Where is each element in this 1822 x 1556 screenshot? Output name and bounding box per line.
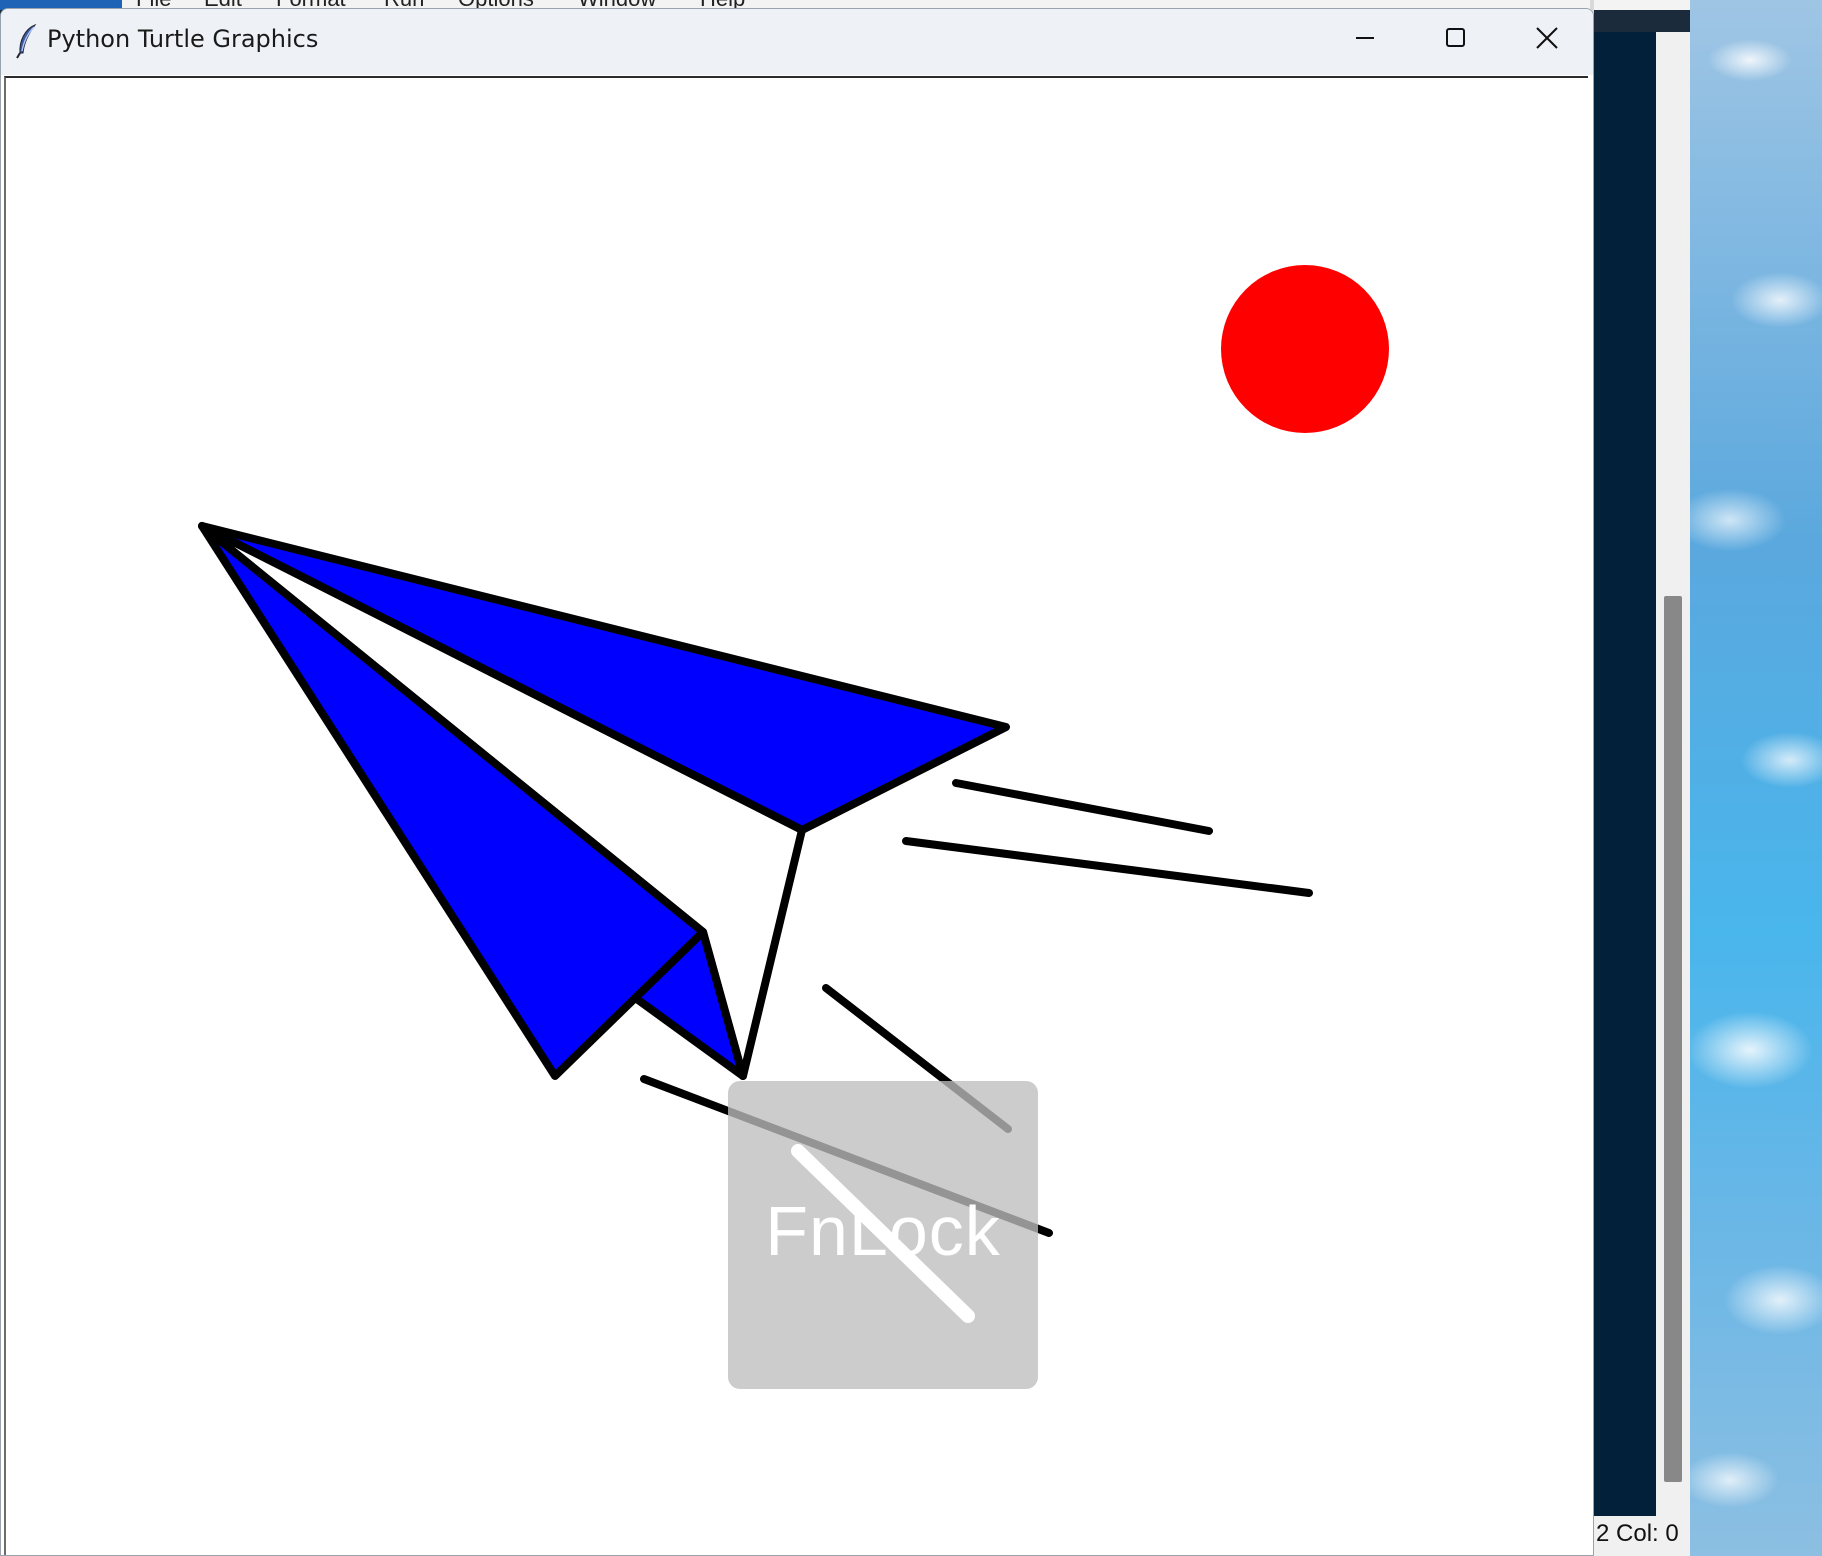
fnlock-notification: FnLock [728, 1081, 1038, 1389]
background-editor-area[interactable] [1594, 32, 1656, 1516]
motion-line-1 [952, 779, 1213, 835]
close-button[interactable] [1511, 15, 1583, 65]
desktop-wallpaper [1690, 0, 1822, 1556]
status-line-col: 2 Col: 0 [1596, 1520, 1679, 1547]
feather-icon [15, 23, 39, 59]
window-title: Python Turtle Graphics [47, 25, 319, 53]
close-icon [1534, 25, 1560, 55]
maximize-button[interactable] [1419, 15, 1491, 65]
background-scrollbar-thumb[interactable] [1664, 596, 1682, 1482]
red-sun [1221, 265, 1389, 433]
title-bar[interactable]: Python Turtle Graphics [1, 9, 1593, 75]
motion-line-2 [902, 837, 1313, 897]
maximize-icon [1443, 26, 1467, 54]
minimize-button[interactable] [1329, 15, 1401, 65]
minimize-icon [1353, 26, 1377, 54]
